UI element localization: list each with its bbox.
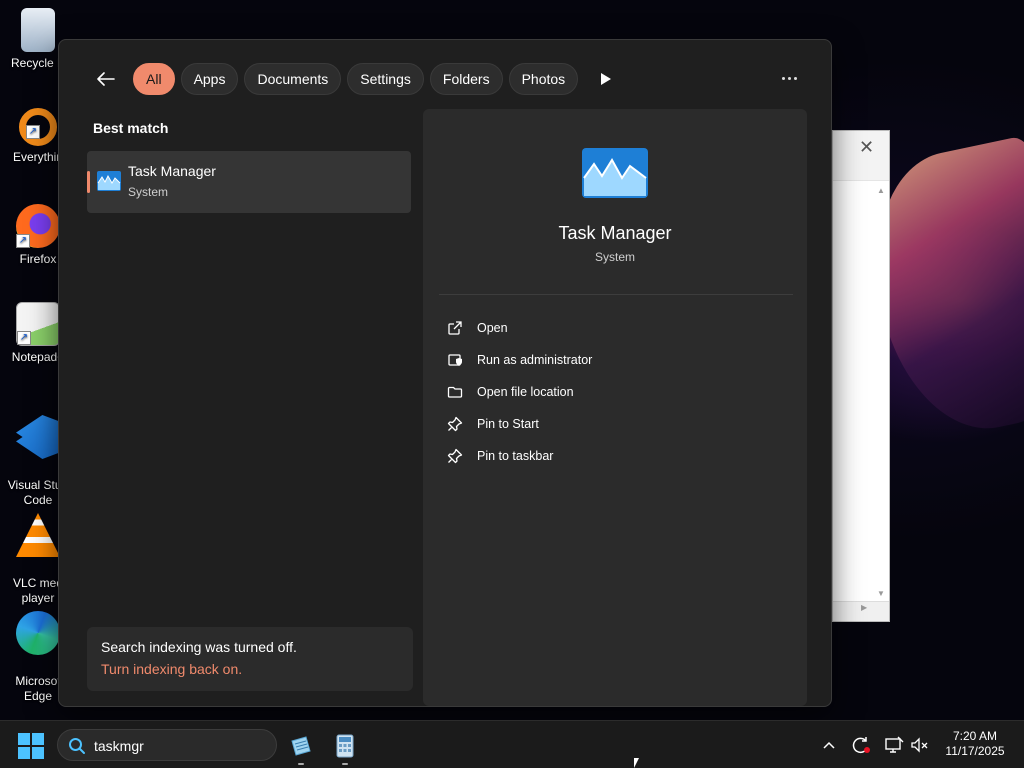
filter-documents[interactable]: Documents [244, 63, 342, 95]
back-arrow-icon [97, 72, 115, 86]
result-title: Task Manager [128, 163, 216, 179]
back-button[interactable] [89, 62, 123, 96]
dot-icon [781, 76, 785, 80]
notepad-plus-plus-icon: ↗ [16, 302, 60, 346]
taskbar-app-notepad[interactable] [288, 733, 314, 765]
pin-icon [447, 448, 463, 464]
result-preview-pane: Task Manager System Open Run as administ… [423, 109, 807, 706]
shortcut-arrow-icon: ↗ [26, 125, 40, 139]
taskbar: 7:20 AM 11/17/2025 [0, 720, 1024, 768]
action-label: Open file location [477, 385, 574, 399]
action-pin-to-taskbar[interactable]: Pin to taskbar [447, 440, 777, 472]
pin-icon [447, 416, 463, 432]
result-subtitle: System [128, 185, 169, 199]
preview-subtitle: System [594, 250, 635, 264]
scroll-right-arrow-icon[interactable]: ▶ [861, 603, 867, 612]
network-icon[interactable] [884, 735, 904, 755]
filter-apps[interactable]: Apps [180, 63, 239, 95]
clock-date: 11/17/2025 [945, 744, 1005, 758]
search-panel: All Apps Documents Settings Folders Phot… [58, 39, 832, 707]
vscode-icon [16, 415, 60, 459]
taskbar-app-calculator[interactable] [332, 733, 358, 765]
search-input[interactable] [94, 735, 264, 757]
search-icon [69, 738, 85, 754]
best-match-heading: Best match [93, 120, 169, 136]
edge-icon [16, 611, 60, 655]
open-external-icon [448, 321, 462, 335]
preview-divider [439, 294, 793, 295]
action-label: Run as administrator [477, 353, 593, 367]
volume-muted-icon[interactable] [910, 735, 930, 755]
action-label: Open [477, 321, 508, 335]
scroll-up-arrow-icon[interactable]: ▲ [877, 186, 885, 195]
background-window-titlebar[interactable]: ✕ [833, 131, 889, 181]
action-label: Pin to taskbar [477, 449, 554, 463]
running-indicator [298, 763, 304, 765]
more-options-button[interactable] [775, 68, 803, 88]
shortcut-arrow-icon: ↗ [16, 234, 30, 248]
action-label: Pin to Start [477, 417, 539, 431]
windows-logo-tile [32, 733, 44, 745]
dot-icon [793, 76, 797, 80]
indexing-notice: Search indexing was turned off. Turn ind… [87, 627, 413, 691]
dot-icon [787, 76, 791, 80]
play-arrow-icon [601, 73, 612, 85]
notepad-icon [291, 736, 311, 756]
task-manager-icon [97, 171, 121, 191]
shield-admin-icon [448, 354, 462, 366]
filter-photos[interactable]: Photos [508, 63, 579, 95]
indexing-notice-text: Search indexing was turned off. [101, 639, 297, 655]
turn-indexing-on-link[interactable]: Turn indexing back on. [101, 661, 242, 677]
action-pin-to-start[interactable]: Pin to Start [447, 408, 777, 440]
filter-all[interactable]: All [133, 63, 175, 95]
sync-icon[interactable] [851, 735, 871, 755]
windows-logo-tile [18, 733, 30, 745]
scroll-down-arrow-icon[interactable]: ▼ [877, 589, 885, 598]
folder-icon [447, 386, 463, 398]
preview-actions: Open Run as administrator Open file loca… [447, 312, 777, 472]
filter-folders[interactable]: Folders [429, 63, 503, 95]
running-indicator [342, 763, 348, 765]
vlc-icon [16, 513, 60, 557]
everything-icon: ↗ [19, 108, 57, 146]
more-filters-button[interactable] [592, 65, 620, 93]
preview-title: Task Manager [558, 223, 672, 243]
selection-accent-bar [87, 171, 90, 193]
taskbar-clock[interactable]: 7:20 AM 11/17/2025 [935, 729, 1015, 759]
firefox-icon: ↗ [16, 204, 60, 248]
filter-settings[interactable]: Settings [347, 63, 424, 95]
task-manager-icon [582, 148, 648, 198]
windows-logo-tile [32, 747, 44, 759]
close-icon[interactable]: ✕ [859, 137, 874, 158]
taskbar-search-box[interactable] [57, 729, 277, 761]
clock-time: 7:20 AM [952, 729, 998, 743]
background-window[interactable]: ✕ ▲ ▼ ▶ [832, 130, 890, 622]
shortcut-arrow-icon: ↗ [17, 331, 31, 345]
action-open[interactable]: Open [447, 312, 777, 344]
chevron-up-icon[interactable] [822, 735, 836, 755]
action-run-as-administrator[interactable]: Run as administrator [447, 344, 777, 376]
mouse-cursor [634, 758, 639, 768]
action-open-file-location[interactable]: Open file location [447, 376, 777, 408]
search-filter-bar: All Apps Documents Settings Folders Phot… [89, 62, 620, 96]
start-button[interactable] [18, 733, 44, 759]
windows-logo-tile [18, 747, 30, 759]
best-match-result[interactable]: Task Manager System [87, 151, 411, 213]
recycle-bin-icon [21, 8, 55, 52]
calculator-icon [336, 734, 354, 758]
